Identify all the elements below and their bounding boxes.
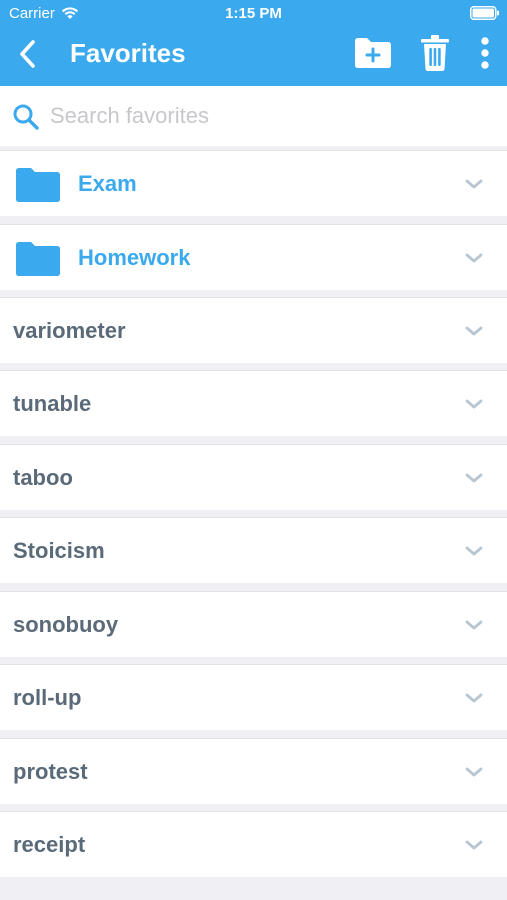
chevron-down-icon[interactable]: [462, 395, 486, 413]
folder-label: Exam: [78, 171, 137, 196]
word-label: variometer: [13, 318, 126, 343]
chevron-down-icon[interactable]: [462, 175, 486, 193]
chevron-down-icon[interactable]: [462, 836, 486, 854]
word-row[interactable]: protest: [0, 738, 507, 804]
word-label: tunable: [13, 391, 92, 416]
word-row[interactable]: taboo: [0, 444, 507, 510]
word-row[interactable]: roll-up: [0, 664, 507, 730]
word-label: protest: [13, 759, 88, 784]
folder-icon: [16, 242, 60, 276]
chevron-down-icon[interactable]: [462, 542, 486, 560]
word-row[interactable]: sonobuoy: [0, 591, 507, 657]
page-title: Favorites: [70, 38, 186, 68]
back-button[interactable]: [10, 36, 46, 72]
delete-button[interactable]: [420, 34, 450, 72]
favorites-screen: Carrier 1:15 PM Favorites Search favorit…: [0, 0, 507, 900]
trash-icon: [421, 35, 449, 71]
word-label: roll-up: [13, 685, 82, 710]
word-row[interactable]: Stoicism: [0, 517, 507, 583]
new-folder-button[interactable]: [354, 34, 392, 72]
chevron-down-icon[interactable]: [462, 763, 486, 781]
folder-icon: [16, 168, 60, 202]
chevron-down-icon[interactable]: [462, 616, 486, 634]
search-bar: [0, 86, 507, 146]
word-row[interactable]: variometer: [0, 297, 507, 363]
status-bar: Carrier 1:15 PM: [0, 0, 507, 28]
search-icon: [13, 104, 39, 130]
chevron-down-icon[interactable]: [462, 322, 486, 340]
word-label: receipt: [13, 832, 86, 857]
top-bar: Carrier 1:15 PM Favorites: [0, 0, 507, 86]
more-vertical-icon: [481, 37, 489, 69]
navigation-bar: Favorites: [0, 28, 507, 86]
word-label: taboo: [13, 465, 73, 490]
battery-icon: [470, 6, 499, 20]
chevron-down-icon[interactable]: [462, 469, 486, 487]
more-button[interactable]: [474, 34, 496, 72]
folder-row-exam[interactable]: Exam: [0, 150, 507, 216]
status-time: 1:15 PM: [225, 5, 282, 22]
chevron-down-icon[interactable]: [462, 249, 486, 267]
folder-row-homework[interactable]: Homework: [0, 224, 507, 290]
folder-label: Homework: [78, 245, 191, 270]
search-input[interactable]: [50, 98, 490, 134]
word-row[interactable]: receipt: [0, 811, 507, 877]
word-label: Stoicism: [13, 538, 105, 563]
word-row[interactable]: tunable: [0, 370, 507, 436]
word-label: sonobuoy: [13, 612, 119, 637]
new-folder-icon: [355, 38, 391, 68]
chevron-down-icon[interactable]: [462, 689, 486, 707]
chevron-left-icon: [20, 40, 35, 68]
